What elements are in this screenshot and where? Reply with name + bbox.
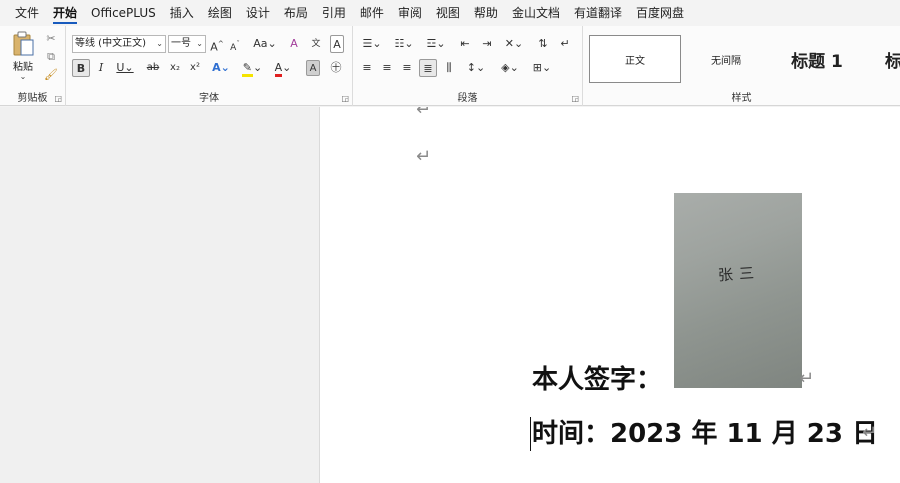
chevron-down-icon: ⌄ — [156, 39, 163, 48]
paste-label: 粘贴 — [13, 62, 33, 73]
style-no-spacing-label: 无间隔 — [711, 55, 741, 67]
bullets-button[interactable]: ☰⌄ — [359, 35, 385, 53]
italic-button[interactable]: I — [94, 59, 108, 77]
numbering-button[interactable]: ☷⌄ — [391, 35, 417, 53]
borders-button[interactable]: ⊞⌄ — [529, 59, 555, 77]
ribbon: 粘贴 ⌄ ✂ ⧉ 🖌 剪贴板 ◲ 等线 (中文正文) ⌄ 一号 ⌄ A^ Aˇ … — [0, 26, 900, 106]
font-color-button[interactable]: A⌄ — [272, 59, 294, 77]
clipboard-group: 粘贴 ⌄ ✂ ⧉ 🖌 剪贴板 ◲ — [0, 26, 66, 106]
enclose-char-icon[interactable]: ㊉ — [328, 59, 344, 77]
superscript-button[interactable]: x² — [188, 59, 202, 77]
dialog-launcher-icon[interactable]: ◲ — [571, 94, 579, 103]
styles-group-label: 样式 — [731, 93, 752, 104]
styles-group: 正文 无间隔 标题 1 标 样式 — [583, 26, 900, 106]
menu-help[interactable]: 帮助 — [467, 0, 505, 26]
font-name-value: 等线 (中文正文) — [75, 38, 146, 49]
menu-draw[interactable]: 绘图 — [201, 0, 239, 26]
paragraph-mark: ↵ — [799, 368, 815, 389]
change-case-button[interactable]: Aa⌄ — [252, 35, 278, 53]
style-heading-1-label: 标题 1 — [791, 51, 843, 72]
menu-home[interactable]: 开始 — [46, 0, 84, 26]
menu-file[interactable]: 文件 — [8, 0, 46, 26]
font-size-select[interactable]: 一号 ⌄ — [168, 35, 206, 53]
subscript-button[interactable]: x₂ — [168, 59, 182, 77]
justify-icon[interactable]: ≣ — [419, 59, 437, 77]
dialog-launcher-icon[interactable]: ◲ — [54, 94, 62, 103]
phonetic-guide-icon[interactable]: 文 — [308, 35, 324, 53]
menu-references[interactable]: 引用 — [315, 0, 353, 26]
document-page[interactable]: ↵ ↵ 张三 本人签字： ↵ 时间：2023 年 11 月 23 日 ↵ — [320, 107, 900, 483]
text-effects-button[interactable]: A⌄ — [210, 59, 232, 77]
font-group: 等线 (中文正文) ⌄ 一号 ⌄ A^ Aˇ Aa⌄ A 文 A B I U⌄ … — [66, 26, 353, 106]
align-left-icon[interactable]: ≡ — [359, 59, 375, 77]
char-border-icon[interactable]: A — [330, 35, 344, 53]
menu-baidu-netdisk[interactable]: 百度网盘 — [629, 0, 691, 26]
signature-image[interactable]: 张三 — [674, 193, 802, 388]
paste-button[interactable]: 粘贴 ⌄ — [8, 31, 38, 81]
menu-insert[interactable]: 插入 — [163, 0, 201, 26]
underline-button[interactable]: U⌄ — [114, 59, 136, 77]
style-heading-1[interactable]: 标题 1 — [771, 35, 863, 83]
asian-layout-button[interactable]: ✕⌄ — [501, 35, 527, 53]
multilevel-list-button[interactable]: ☲⌄ — [423, 35, 449, 53]
style-heading-2-label: 标 — [885, 51, 900, 72]
copy-icon[interactable]: ⧉ — [44, 50, 58, 64]
distributed-icon[interactable]: ⫼ — [441, 59, 457, 77]
menu-view[interactable]: 视图 — [429, 0, 467, 26]
sort-icon[interactable]: ⇅ — [535, 35, 551, 53]
paragraph-mark: ↵ — [862, 422, 878, 443]
clear-formatting-icon[interactable]: A — [286, 35, 302, 53]
paste-icon — [13, 31, 34, 56]
format-painter-icon[interactable]: 🖌 — [44, 68, 58, 82]
paragraph-group-label: 段落 — [457, 93, 478, 104]
menu-kingsoft-docs[interactable]: 金山文档 — [505, 0, 567, 26]
menu-design[interactable]: 设计 — [239, 0, 277, 26]
style-no-spacing[interactable]: 无间隔 — [683, 35, 769, 83]
align-right-icon[interactable]: ≡ — [399, 59, 415, 77]
decrease-indent-icon[interactable]: ⇤ — [457, 35, 473, 53]
shading-button[interactable]: ◈⌄ — [497, 59, 523, 77]
paragraph-group: ☰⌄ ☷⌄ ☲⌄ ⇤ ⇥ ✕⌄ ⇅ ↵ ≡ ≡ ≡ ≣ ⫼ ↕⌄ ◈⌄ ⊞⌄ 段… — [353, 26, 583, 106]
dialog-launcher-icon[interactable]: ◲ — [341, 94, 349, 103]
font-group-label: 字体 — [199, 93, 219, 104]
style-normal[interactable]: 正文 — [589, 35, 681, 83]
chevron-down-icon[interactable]: ⌄ — [20, 73, 27, 81]
menu-officeplus[interactable]: OfficePLUS — [84, 0, 163, 26]
font-size-value: 一号 — [171, 38, 191, 49]
signature-handwriting: 张三 — [717, 263, 761, 285]
scissors-icon[interactable]: ✂ — [44, 32, 58, 46]
chevron-down-icon: ⌄ — [196, 39, 203, 48]
char-shading-icon[interactable]: A — [306, 60, 320, 76]
show-marks-icon[interactable]: ↵ — [557, 35, 573, 53]
font-name-select[interactable]: 等线 (中文正文) ⌄ — [72, 35, 166, 53]
style-heading-2[interactable]: 标 — [865, 35, 900, 83]
increase-indent-icon[interactable]: ⇥ — [479, 35, 495, 53]
shrink-font-button[interactable]: Aˇ — [228, 35, 242, 53]
menu-youdao-translate[interactable]: 有道翻译 — [567, 0, 629, 26]
grow-font-button[interactable]: A^ — [210, 35, 224, 54]
align-center-icon[interactable]: ≡ — [379, 59, 395, 77]
date-line: 时间：2023 年 11 月 23 日 — [532, 419, 878, 449]
paragraph-mark: ↵ — [416, 107, 432, 120]
menu-layout[interactable]: 布局 — [277, 0, 315, 26]
signature-label: 本人签字： — [532, 365, 663, 395]
strikethrough-button[interactable]: ab — [144, 59, 162, 77]
bold-button[interactable]: B — [72, 59, 90, 77]
menu-bar: 文件 开始 OfficePLUS 插入 绘图 设计 布局 引用 邮件 审阅 视图… — [0, 0, 900, 26]
menu-review[interactable]: 审阅 — [391, 0, 429, 26]
menu-mailings[interactable]: 邮件 — [353, 0, 391, 26]
left-margin-area — [0, 107, 320, 483]
clipboard-small-icons: ✂ ⧉ 🖌 — [44, 32, 60, 82]
highlight-color-button[interactable]: ✎⌄ — [240, 59, 264, 77]
style-normal-label: 正文 — [625, 55, 645, 67]
line-spacing-button[interactable]: ↕⌄ — [463, 59, 489, 77]
paragraph-mark: ↵ — [416, 146, 432, 167]
text-cursor — [530, 417, 531, 451]
